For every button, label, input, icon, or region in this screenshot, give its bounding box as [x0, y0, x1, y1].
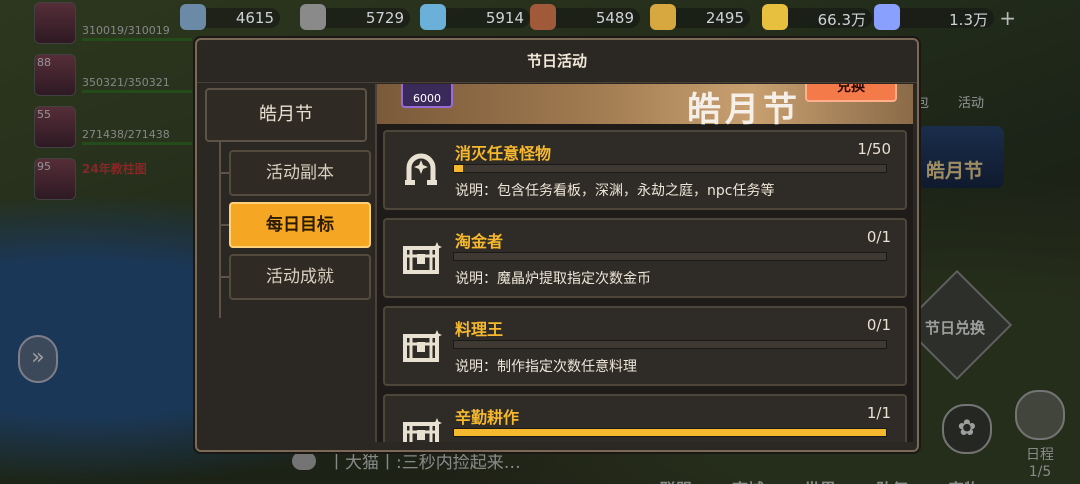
wood-resource: 5489	[530, 4, 640, 30]
diamond-resource: 1.3万 +	[874, 4, 1016, 30]
tab-moon-festival[interactable]: 皓月节	[205, 88, 367, 142]
task-description: 说明：魔晶炉提取指定次数金币	[455, 271, 651, 287]
task-description: 说明：制作指定次数任意料理	[455, 359, 637, 375]
task-progress: 1/1	[866, 404, 891, 422]
task-list-panel[interactable]: 6000 皓月节 兑换 消灭任意怪物 1/50 说明：包含任务看板，深渊，永劫之庭，…	[375, 84, 913, 442]
tab-event-achievements[interactable]: 活动成就	[229, 254, 371, 300]
resource-value: 4615	[235, 9, 274, 27]
festival-banner: 6000 皓月节 兑换	[377, 84, 913, 130]
task-progress: 1/50	[857, 140, 891, 158]
tab-panel: 皓月节 活动副本 每日目标 活动成就	[205, 88, 371, 440]
task-name: 消灭任意怪物	[455, 144, 552, 163]
resource-value: 1.3万	[949, 11, 988, 29]
wheat-resource: 2495	[650, 4, 750, 30]
resource-value: 5729	[365, 9, 404, 27]
reward-badge: 6000	[401, 84, 453, 108]
chest-icon	[399, 324, 443, 368]
resource-value: 2495	[705, 9, 744, 27]
tree-connector	[219, 276, 229, 278]
task-card[interactable]: 料理王 0/1 说明：制作指定次数任意料理	[383, 306, 907, 386]
task-progress: 0/1	[866, 228, 891, 246]
wheat-icon	[650, 4, 676, 30]
task-name: 料理王	[455, 320, 504, 339]
progress-fill	[454, 429, 886, 436]
crystal-resource: 5914	[420, 4, 530, 30]
task-description: 说明：包含任务看板，深渊，永劫之庭，npc任务等	[455, 183, 775, 199]
progress-bar	[453, 252, 887, 261]
horseshoe-icon	[399, 148, 443, 192]
progress-bar	[453, 164, 887, 173]
chest-icon	[399, 412, 443, 442]
ore-resource: 5729	[300, 4, 410, 30]
festival-activity-dialog: 节日活动 皓月节 活动副本 每日目标 活动成就 6000 皓月节 兑换 消灭任意…	[195, 38, 919, 452]
reward-badge-value: 6000	[413, 92, 441, 105]
resource-value: 5914	[485, 9, 524, 27]
gem-resource: 4615	[180, 4, 280, 30]
resource-value: 5489	[595, 9, 634, 27]
task-card[interactable]: 辛勤耕作1/1说明：农场收获指定次数	[383, 394, 907, 442]
progress-fill	[454, 165, 463, 172]
gem-icon	[180, 4, 206, 30]
progress-bar	[453, 428, 887, 437]
tree-connector	[219, 140, 221, 318]
task-name: 淘金者	[455, 232, 504, 251]
add-diamond-button[interactable]: +	[999, 6, 1016, 30]
progress-bar	[453, 340, 887, 349]
tree-connector	[219, 224, 229, 226]
wood-icon	[530, 4, 556, 30]
task-progress: 0/1	[866, 316, 891, 334]
task-card[interactable]: 消灭任意怪物 1/50 说明：包含任务看板，深渊，永劫之庭，npc任务等	[383, 130, 907, 210]
task-list: 消灭任意怪物 1/50 说明：包含任务看板，深渊，永劫之庭，npc任务等 淘金者 0/1…	[383, 130, 907, 442]
tree-connector	[219, 172, 229, 174]
diamond-icon	[874, 4, 900, 30]
crystal-icon	[420, 4, 446, 30]
banner-logo: 皓月节	[687, 90, 801, 130]
chest-icon	[399, 236, 443, 280]
task-name: 辛勤耕作	[455, 408, 520, 427]
exchange-button[interactable]: 兑换	[805, 84, 897, 102]
task-card[interactable]: 淘金者 0/1 说明：魔晶炉提取指定次数金币	[383, 218, 907, 298]
ore-icon	[300, 4, 326, 30]
resource-value: 66.3万	[817, 11, 866, 29]
resource-bar: 4615 5729 5914 5489 2495 66.3万+ 1.3万 +	[180, 4, 1080, 30]
gold-resource: 66.3万+	[762, 4, 894, 30]
dialog-title: 节日活动	[197, 40, 917, 83]
tab-event-dungeon[interactable]: 活动副本	[229, 150, 371, 196]
gold-icon	[762, 4, 788, 30]
tab-daily-goals[interactable]: 每日目标	[229, 202, 371, 248]
